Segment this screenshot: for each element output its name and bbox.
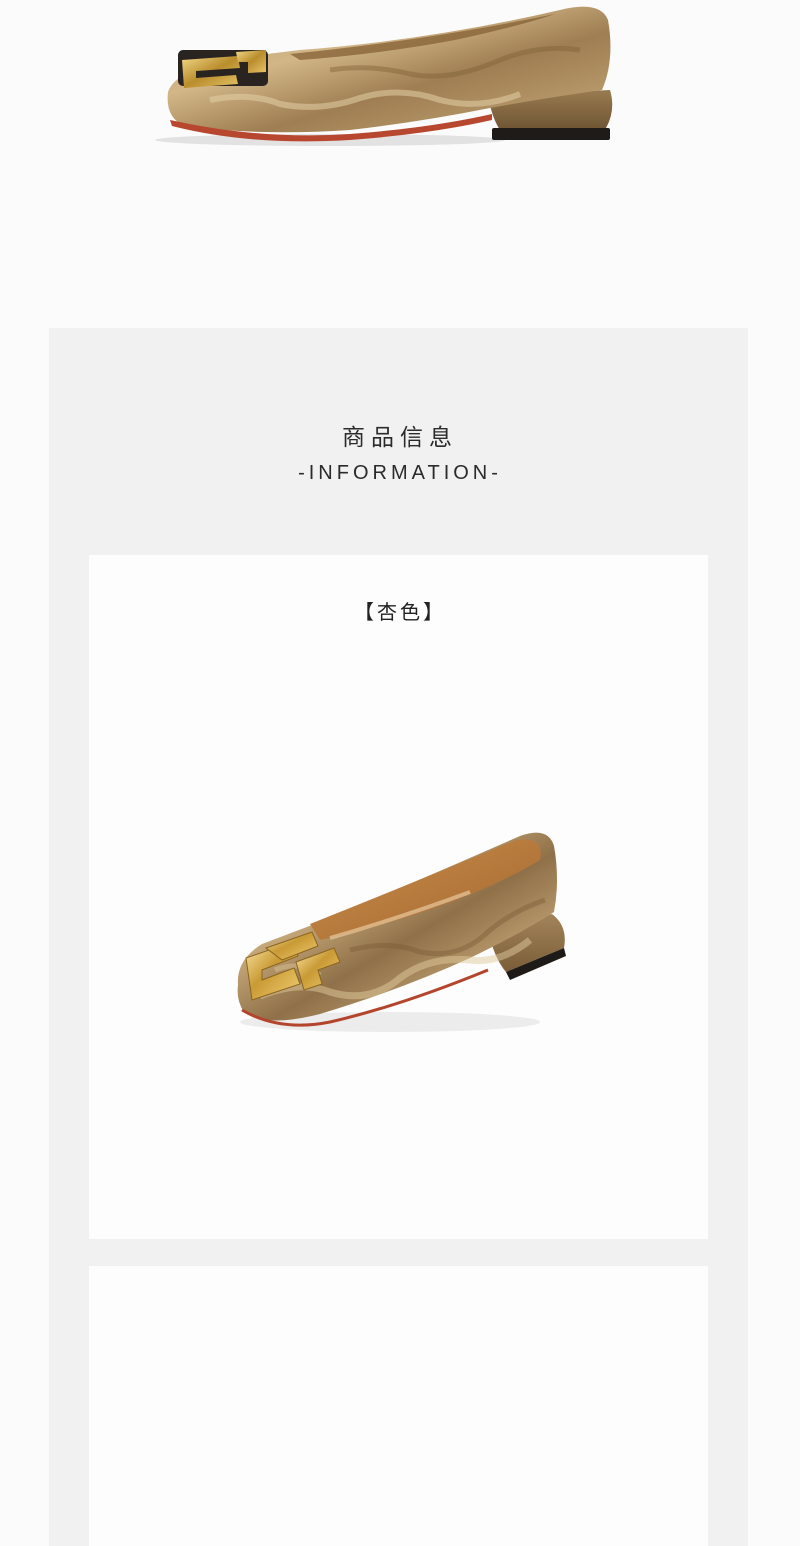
- shoe-side-illustration: [155, 6, 613, 146]
- section-subtitle: -INFORMATION-: [298, 462, 502, 484]
- next-product-card: [89, 1266, 708, 1546]
- color-variant-card: [89, 555, 708, 1239]
- color-variant-label: 【杏色】: [354, 600, 446, 624]
- gold-buckle-icon: [178, 50, 268, 88]
- section-title: 商品信息: [342, 425, 458, 451]
- product-photo-side-view: [0, 0, 800, 330]
